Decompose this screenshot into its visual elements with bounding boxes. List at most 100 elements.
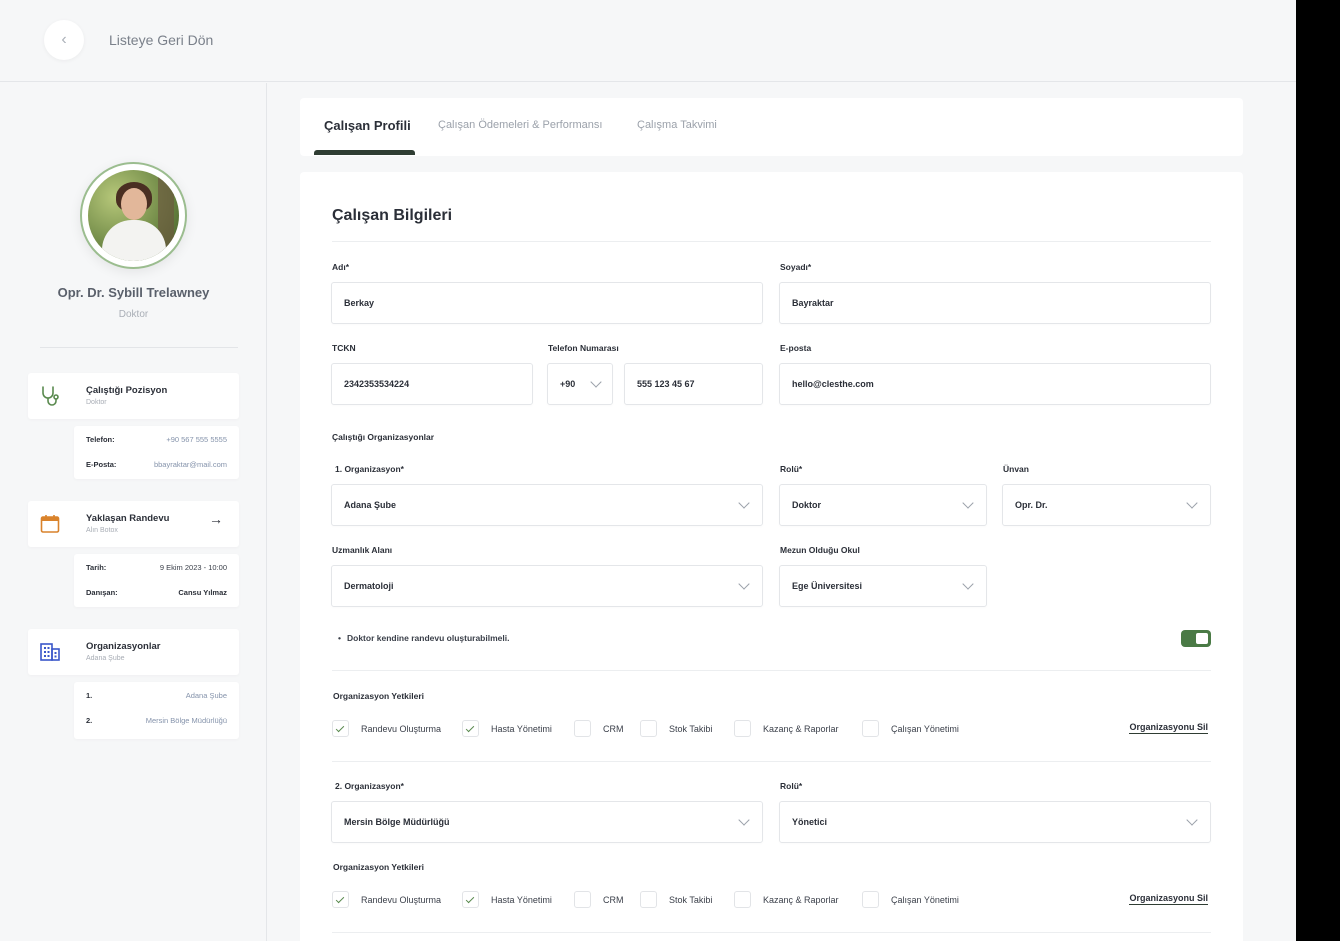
tckn-field[interactable]: 2342353534224 — [331, 363, 533, 405]
checkbox[interactable] — [574, 720, 591, 737]
phone-number-field[interactable]: 555 123 45 67 — [624, 363, 763, 405]
list-item: 2. Mersin Bölge Müdürlüğü — [74, 707, 239, 732]
list-index: 1. — [86, 691, 93, 700]
appointment-card[interactable]: Yaklaşan Randevu Alın Botox → — [28, 501, 239, 547]
detail-row: Danışan: Cansu Yılmaz — [74, 579, 239, 604]
chevron-down-icon — [1186, 497, 1198, 509]
permissions-label: Organizasyon Yetkileri — [333, 691, 425, 701]
detail-value: +90 567 555 5555 — [166, 435, 227, 444]
profile-role: Doktor — [118, 309, 149, 320]
chevron-left-icon: ‹ — [61, 31, 67, 48]
top-bar: ‹ Listeye Geri Dön — [0, 0, 1296, 82]
chevron-down-icon — [738, 497, 750, 509]
checkbox[interactable] — [640, 891, 657, 908]
role2-select[interactable]: Yönetici — [779, 801, 1211, 843]
first-name-label: Adı* — [332, 262, 349, 272]
first-name-value: Berkay — [344, 298, 375, 308]
delete-organization-1-link[interactable]: Organizasyonu Sil — [1129, 722, 1208, 734]
checkbox[interactable] — [462, 891, 479, 908]
detail-key: E-Posta: — [86, 460, 117, 469]
specialty-value: Dermatoloji — [344, 581, 394, 591]
tab-employee-profile[interactable]: Çalışan Profili — [324, 118, 411, 133]
detail-row: Telefon: +90 567 555 5555 — [74, 426, 239, 451]
role1-select[interactable]: Doktor — [779, 484, 987, 526]
permission-label: Kazanç & Raporlar — [763, 895, 839, 905]
chevron-down-icon — [962, 497, 974, 509]
org2-select[interactable]: Mersin Bölge Müdürlüğü — [331, 801, 763, 843]
org1-label: 1. Organizasyon* — [335, 464, 404, 474]
permission-label: Çalışan Yönetimi — [891, 895, 959, 905]
delete-organization-2-link[interactable]: Organizasyonu Sil — [1129, 893, 1208, 905]
organizations-card: Organizasyonlar Adana Şube — [28, 629, 239, 675]
permission-label: Çalışan Yönetimi — [891, 724, 959, 734]
checkbox[interactable] — [640, 720, 657, 737]
appointment-card-details: Tarih: 9 Ekim 2023 - 10:00 Danışan: Cans… — [74, 554, 239, 607]
section-title: Çalışan Bilgileri — [332, 207, 453, 224]
org1-select[interactable]: Adana Şube — [331, 484, 763, 526]
tab-payments-performance[interactable]: Çalışan Ödemeleri & Performansı — [438, 119, 602, 131]
checkbox[interactable] — [574, 891, 591, 908]
checkbox[interactable] — [462, 720, 479, 737]
appointment-card-title: Yaklaşan Randevu — [86, 513, 170, 524]
email-value: hello@clesthe.com — [792, 379, 874, 389]
detail-value: bbayraktar@mail.com — [153, 460, 227, 469]
organizations-card-details: 1. Adana Şube 2. Mersin Bölge Müdürlüğü — [74, 682, 239, 739]
list-index: 2. — [86, 716, 93, 725]
checkbox[interactable] — [862, 891, 879, 908]
back-label[interactable]: Listeye Geri Dön — [109, 32, 213, 48]
detail-row: E-Posta: bbayraktar@mail.com — [74, 451, 239, 476]
chevron-down-icon — [590, 376, 602, 388]
school-value: Ege Üniversitesi — [792, 581, 863, 591]
tckn-value: 2342353534224 — [344, 379, 410, 389]
permission-label: Stok Takibi — [669, 895, 713, 905]
avatar — [80, 162, 187, 269]
last-name-field[interactable]: Bayraktar — [779, 282, 1211, 324]
permission-label: CRM — [603, 724, 624, 734]
role2-label: Rolü* — [780, 781, 803, 791]
phone-number-value: 555 123 45 67 — [637, 379, 695, 389]
title1-select[interactable]: Opr. Dr. — [1002, 484, 1211, 526]
position-card-subtitle: Doktor — [86, 399, 107, 406]
checkbox[interactable] — [332, 891, 349, 908]
last-name-label: Soyadı* — [780, 262, 812, 272]
stethoscope-icon — [42, 386, 59, 406]
permission-label: Stok Takibi — [669, 724, 713, 734]
checkbox[interactable] — [734, 891, 751, 908]
arrow-right-icon[interactable]: → — [209, 511, 223, 527]
detail-value: 9 Ekim 2023 - 10:00 — [159, 563, 227, 572]
position-card-details: Telefon: +90 567 555 5555 E-Posta: bbayr… — [74, 426, 239, 479]
detail-value: Cansu Yılmaz — [178, 588, 227, 597]
divider — [40, 347, 238, 348]
school-select[interactable]: Ege Üniversitesi — [779, 565, 987, 607]
role1-label: Rolü* — [780, 464, 803, 474]
chevron-down-icon — [962, 578, 974, 590]
detail-key: Tarih: — [86, 563, 107, 572]
checkbox[interactable] — [734, 720, 751, 737]
checkbox[interactable] — [862, 720, 879, 737]
email-field[interactable]: hello@clesthe.com — [779, 363, 1211, 405]
specialty-select[interactable]: Dermatoloji — [331, 565, 763, 607]
permission-label: Randevu Oluşturma — [361, 724, 442, 734]
role2-value: Yönetici — [792, 817, 828, 827]
self-appointment-toggle[interactable] — [1181, 630, 1211, 647]
list-item: 1. Adana Şube — [74, 682, 239, 707]
checkbox[interactable] — [332, 720, 349, 737]
profile-sidebar: Opr. Dr. Sybill Trelawney Doktor Çalıştı… — [0, 83, 267, 941]
organizations-card-title: Organizasyonlar — [86, 641, 161, 652]
position-card-title: Çalıştığı Pozisyon — [86, 385, 168, 396]
permission-label: Hasta Yönetimi — [491, 895, 552, 905]
organizations-card-subtitle: Adana Şube — [86, 655, 125, 662]
phone-code-value: +90 — [560, 379, 576, 389]
self-appointment-note: Doktor kendine randevu oluşturabilmeli. — [338, 633, 509, 643]
phone-label: Telefon Numarası — [548, 343, 619, 353]
divider — [332, 670, 1211, 671]
detail-key: Telefon: — [86, 435, 115, 444]
first-name-field[interactable]: Berkay — [331, 282, 763, 324]
last-name-value: Bayraktar — [792, 298, 834, 308]
title1-label: Ünvan — [1003, 464, 1029, 474]
back-button[interactable]: ‹ — [44, 20, 84, 60]
list-value: Mersin Bölge Müdürlüğü — [145, 716, 227, 725]
phone-country-code-select[interactable]: +90 — [547, 363, 613, 405]
tab-bar: Çalışan Profili Çalışan Ödemeleri & Perf… — [300, 98, 1243, 156]
tab-work-calendar[interactable]: Çalışma Takvimi — [637, 119, 717, 131]
